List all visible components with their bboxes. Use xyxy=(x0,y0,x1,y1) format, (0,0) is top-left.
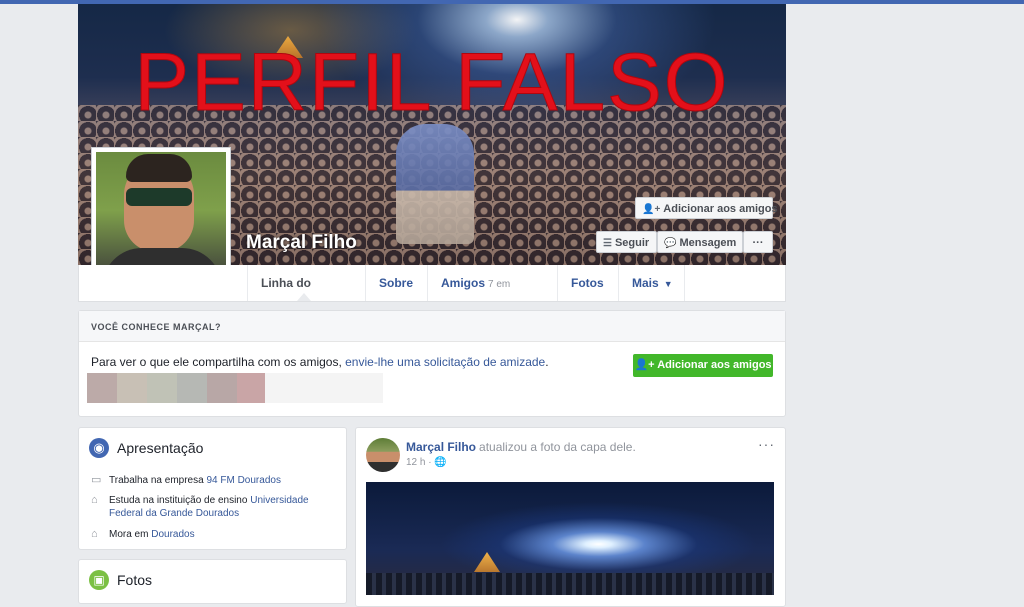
blurred-friend-thumb[interactable] xyxy=(147,373,177,403)
active-tab-pointer xyxy=(297,293,311,301)
intro-lives-row: ⌂ Mora em Dourados xyxy=(91,528,331,541)
add-friend-green-button[interactable]: 👤+ Adicionar aos amigos xyxy=(633,354,773,377)
post-card: Marçal Filho atualizou a foto da capa del… xyxy=(355,427,786,607)
know-card-text-prefix: Para ver o que ele compartilha com os am… xyxy=(91,355,346,369)
cover-performer xyxy=(396,124,474,244)
post-author-avatar[interactable] xyxy=(366,438,400,472)
photos-icon: ▣ xyxy=(89,570,109,590)
post-action-text: atualizou a foto da capa dele. xyxy=(479,440,636,454)
add-friend-button[interactable]: 👤+ Adicionar aos amigos xyxy=(635,197,778,219)
send-friend-request-link[interactable]: envie-lhe uma solicitação de amizade xyxy=(345,355,545,369)
photos-card-title[interactable]: Fotos xyxy=(117,572,152,588)
briefcase-icon: ▭ xyxy=(91,474,102,486)
add-friend-green-label: Adicionar aos amigos xyxy=(657,359,772,371)
blurred-friend-thumb[interactable] xyxy=(117,373,147,403)
globe-icon[interactable]: 🌐 xyxy=(434,457,446,468)
intro-work-prefix: Trabalha na empresa xyxy=(109,475,207,486)
intro-lives-prefix: Mora em xyxy=(109,529,152,540)
profile-name[interactable]: Marçal Filho xyxy=(246,232,357,254)
add-friend-icon: 👤+ xyxy=(642,204,661,215)
globe-icon: ◉ xyxy=(89,438,109,458)
intro-title: Apresentação xyxy=(117,440,204,456)
chevron-down-icon: ▼ xyxy=(663,279,673,289)
photos-card: ▣ Fotos xyxy=(78,559,347,604)
intro-work-link[interactable]: 94 FM Dourados xyxy=(206,475,280,486)
more-options-label: ··· xyxy=(752,237,764,249)
follow-label: Seguir xyxy=(614,237,650,249)
know-person-card: VOCÊ CONHECE MARÇAL? Para ver o que ele … xyxy=(78,310,786,417)
tab-photos[interactable]: Fotos xyxy=(557,265,618,301)
post-time: 12 h · 🌐 xyxy=(406,457,447,468)
intro-study-prefix: Estuda na instituição de ensino xyxy=(109,495,251,506)
follow-button[interactable]: ☰ Seguir xyxy=(596,231,657,253)
tab-friends-label: Amigos xyxy=(441,276,486,290)
add-friend-green-icon: 👤+ xyxy=(634,359,658,371)
add-friend-label: Adicionar aos amigos xyxy=(663,203,778,215)
home-icon: ⌂ xyxy=(91,528,98,540)
rss-icon: ☰ xyxy=(603,238,612,249)
know-card-text-suffix: . xyxy=(545,355,549,369)
more-options-button[interactable]: ··· xyxy=(743,231,773,253)
blurred-friend-thumb[interactable] xyxy=(177,373,207,403)
tab-photos-label: Fotos xyxy=(571,276,604,290)
post-header: Marçal Filho atualizou a foto da capa del… xyxy=(406,440,636,454)
profile-hair xyxy=(126,154,192,182)
post-photo-crowd xyxy=(366,573,774,595)
blurred-friend-thumb[interactable] xyxy=(87,373,117,403)
blurred-friend-thumb[interactable] xyxy=(207,373,237,403)
messenger-icon: 💬 xyxy=(664,238,677,249)
know-card-header: VOCÊ CONHECE MARÇAL? xyxy=(79,311,785,342)
blurred-friend-thumb[interactable] xyxy=(265,373,383,403)
post-photo-tent xyxy=(474,552,500,572)
fake-profile-overlay-text: PERFIL FALSO xyxy=(134,37,730,128)
post-menu-button[interactable]: ··· xyxy=(758,436,775,452)
know-card-text: Para ver o que ele compartilha com os am… xyxy=(91,355,549,369)
profile-photo-image xyxy=(96,152,226,282)
know-card-title: VOCÊ CONHECE MARÇAL? xyxy=(91,322,222,332)
profile-sunglasses xyxy=(126,188,192,206)
post-timestamp[interactable]: 12 h xyxy=(406,457,425,468)
intro-card: ◉ Apresentação ▭ Trabalha na empresa 94 F… xyxy=(78,427,347,550)
intro-lives-link[interactable]: Dourados xyxy=(151,529,194,540)
tab-about-label: Sobre xyxy=(379,276,414,290)
graduation-cap-icon: ⌂ xyxy=(91,494,98,506)
message-button[interactable]: 💬 Mensagem xyxy=(657,231,743,253)
post-author-name[interactable]: Marçal Filho xyxy=(406,440,476,454)
tab-more[interactable]: Mais ▼ xyxy=(618,265,685,301)
intro-work-row: ▭ Trabalha na empresa 94 FM Dourados xyxy=(91,474,331,487)
post-cover-photo[interactable] xyxy=(366,482,774,595)
intro-study-row: ⌂ Estuda na instituição de ensino Univers… xyxy=(91,494,331,520)
message-label: Mensagem xyxy=(679,237,737,249)
profile-tab-bar: Linha do Tempo Sobre Amigos7 em comum Fo… xyxy=(78,265,786,328)
tab-about[interactable]: Sobre xyxy=(365,265,427,301)
tab-friends[interactable]: Amigos7 em comum xyxy=(427,265,557,328)
tab-more-label: Mais xyxy=(632,276,659,290)
blurred-friend-thumb[interactable] xyxy=(237,373,265,403)
